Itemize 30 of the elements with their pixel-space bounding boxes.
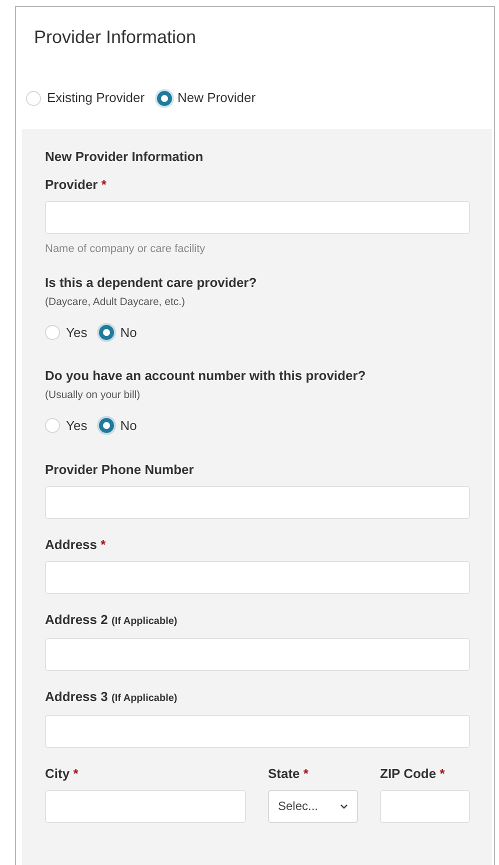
question-hint: (Daycare, Adult Daycare, etc.) (45, 295, 186, 310)
input-field[interactable] (45, 560, 470, 594)
input-field[interactable] (45, 638, 470, 670)
radio-option[interactable]: No (99, 322, 137, 342)
field-label: State * (268, 766, 310, 782)
input-field[interactable] (45, 714, 470, 748)
help-text: Name of company or care facility (45, 242, 206, 256)
field-label: Address 2 (If Applicable) (45, 612, 178, 628)
question-label: Is this a dependent care provider? (45, 275, 258, 291)
field-label: ZIP Code * (380, 766, 446, 782)
radio-option[interactable]: New Provider (156, 88, 256, 108)
input-field[interactable] (45, 790, 246, 822)
radio-option[interactable]: Existing Provider (26, 88, 145, 108)
chevron-down-icon (340, 804, 348, 808)
input-field[interactable] (380, 790, 470, 822)
input-field[interactable] (45, 486, 470, 518)
field-label: Provider Phone Number (45, 462, 195, 478)
select-field[interactable]: Selec... (268, 790, 358, 822)
field-label: City * (45, 766, 80, 782)
field-label: Address * (45, 536, 107, 552)
radio-option[interactable]: Yes (45, 322, 88, 342)
card-title: Provider Information (34, 26, 198, 49)
radio-option[interactable]: No (99, 416, 137, 436)
radio-option[interactable]: Yes (45, 416, 88, 436)
field-label: Provider * (45, 176, 108, 192)
field-label: Address 3 (If Applicable) (45, 688, 178, 706)
input-field[interactable] (45, 200, 470, 234)
question-label: Do you have an account number with this provider? (45, 368, 367, 384)
question-hint: (Usually on your bill) (45, 388, 142, 404)
section-heading: New Provider Information (45, 148, 204, 166)
